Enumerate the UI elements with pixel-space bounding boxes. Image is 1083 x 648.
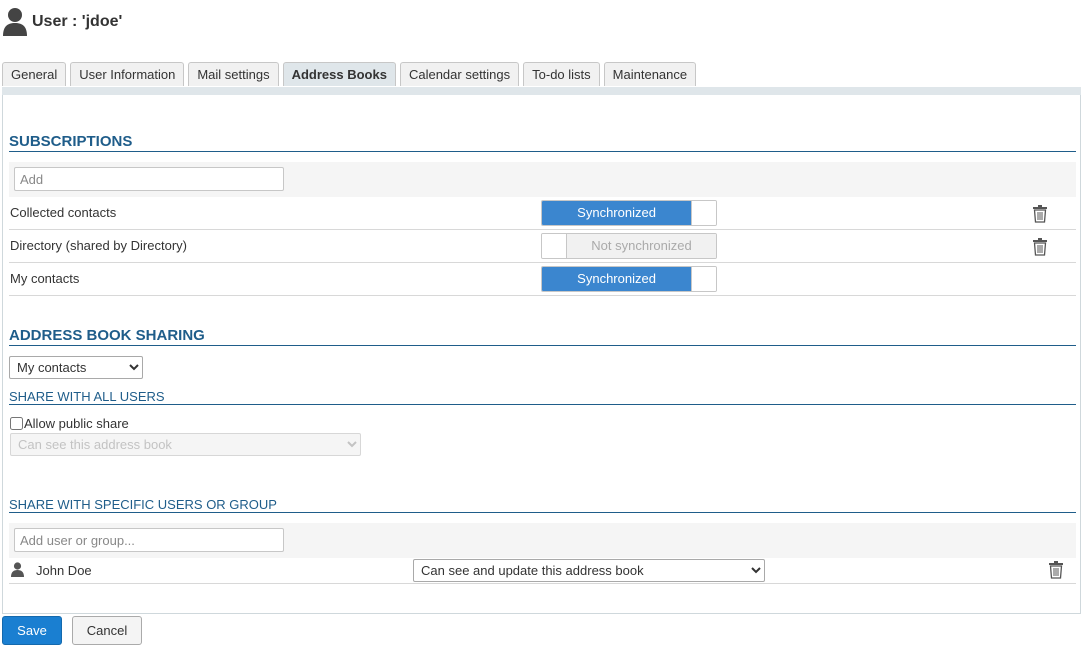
tab-general[interactable]: General [2, 62, 67, 86]
subscriptions-title: SUBSCRIPTIONS [9, 133, 133, 150]
subscription-row-my-contacts: My contacts Synchronized [9, 263, 1076, 296]
share-permission-select[interactable]: Can see and update this address book [413, 559, 765, 582]
share-add-row [9, 523, 1076, 558]
tab-panel-bar [2, 87, 1081, 95]
share-add-input[interactable] [14, 528, 284, 552]
trash-icon[interactable] [1032, 205, 1048, 223]
allow-public-share[interactable]: Allow public share [10, 416, 129, 431]
subscription-label: Directory (shared by Directory) [10, 238, 187, 253]
share-specific-title: SHARE WITH SPECIFIC USERS OR GROUP [9, 497, 277, 512]
share-specific-divider [9, 512, 1076, 513]
sync-toggle-knob [691, 201, 716, 225]
page-title-text: User : 'jdoe' [32, 13, 123, 30]
share-entry-row: John Doe Can see and update this address… [9, 556, 1076, 584]
trash-icon[interactable] [1048, 561, 1064, 579]
sync-toggle-knob [542, 234, 567, 258]
public-permission-select[interactable]: Can see this address book [10, 433, 361, 456]
sync-toggle[interactable]: Synchronized [541, 266, 717, 292]
sync-toggle-label: Not synchronized [567, 234, 716, 258]
user-icon [3, 8, 27, 36]
sharing-title: ADDRESS BOOK SHARING [9, 327, 205, 344]
save-button[interactable]: Save [2, 616, 62, 645]
subscriptions-divider [9, 151, 1076, 152]
sync-toggle-label: Synchronized [542, 267, 692, 291]
address-book-select[interactable]: My contacts [9, 356, 143, 379]
tab-maintenance[interactable]: Maintenance [603, 62, 697, 86]
subscription-label: Collected contacts [10, 205, 117, 220]
subscription-row-directory: Directory (shared by Directory) Not sync… [9, 230, 1076, 263]
sync-toggle[interactable]: Not synchronized [541, 233, 717, 259]
sync-toggle-knob [691, 267, 716, 291]
cancel-button[interactable]: Cancel [72, 616, 142, 645]
tab-mail-settings[interactable]: Mail settings [188, 62, 279, 86]
share-all-users-title: SHARE WITH ALL USERS [9, 389, 165, 404]
share-entry-name: John Doe [36, 563, 92, 578]
page-title: User : 'jdoe' [2, 4, 122, 40]
share-all-users-divider [9, 404, 1076, 405]
trash-icon[interactable] [1032, 238, 1048, 256]
subscription-row-collected-contacts: Collected contacts Synchronized [9, 197, 1076, 230]
subscription-add-input[interactable] [14, 167, 284, 191]
tab-user-information[interactable]: User Information [70, 62, 185, 86]
tab-bar: General User Information Mail settings A… [2, 62, 700, 87]
allow-public-share-label: Allow public share [24, 416, 129, 431]
tab-todo-lists[interactable]: To-do lists [523, 62, 600, 86]
tab-address-books[interactable]: Address Books [282, 62, 396, 86]
subscription-label: My contacts [10, 271, 80, 286]
sync-toggle[interactable]: Synchronized [541, 200, 717, 226]
subscription-add-row [9, 162, 1076, 197]
user-icon [11, 562, 24, 577]
sharing-divider [9, 345, 1076, 346]
allow-public-share-checkbox[interactable] [10, 417, 23, 430]
tab-calendar-settings[interactable]: Calendar settings [399, 62, 520, 86]
sync-toggle-label: Synchronized [542, 201, 692, 225]
